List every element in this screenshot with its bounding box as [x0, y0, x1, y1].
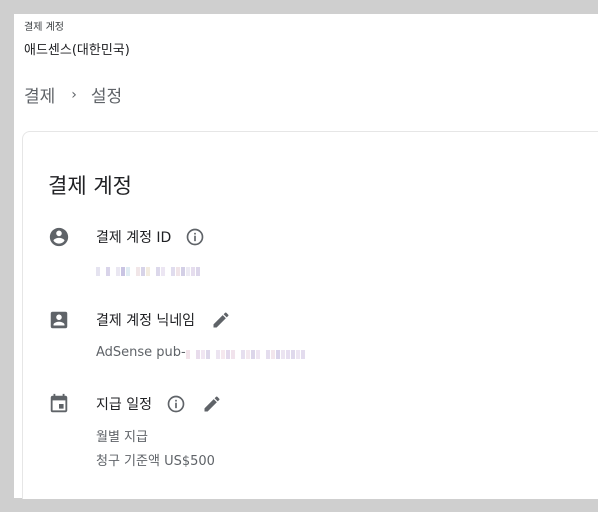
breadcrumb: 결제 › 설정	[24, 82, 123, 108]
breadcrumb-current: 설정	[90, 87, 123, 107]
billing-account-id-value	[96, 262, 201, 277]
chevron-right-icon: ›	[71, 86, 77, 103]
info-icon[interactable]	[166, 394, 186, 414]
info-icon[interactable]	[185, 227, 205, 247]
account-circle-icon	[49, 227, 69, 247]
row-label: 결제 계정 닉네임	[96, 313, 196, 329]
redacted-nickname	[185, 348, 306, 359]
calendar-icon	[50, 393, 68, 413]
payment-schedule-frequency: 월별 지급	[96, 430, 148, 445]
breadcrumb-parent-link[interactable]: 결제	[24, 82, 55, 107]
edit-pencil-icon[interactable]	[202, 394, 222, 414]
redacted-id	[96, 265, 201, 276]
account-box-icon	[50, 311, 68, 329]
billing-account-nickname-row: 결제 계정 닉네임	[96, 310, 231, 330]
billing-account-id-row: 결제 계정 ID	[96, 227, 205, 247]
billing-account-nickname-value: AdSense pub-	[96, 345, 306, 360]
account-selector[interactable]: 애드센스(대한민국)	[24, 39, 130, 58]
nickname-prefix: AdSense pub-	[96, 345, 186, 360]
card-title: 결제 계정	[48, 174, 132, 198]
payment-schedule-row: 지급 일정	[96, 394, 222, 414]
account-label: 결제 계정	[24, 22, 64, 33]
row-label: 결제 계정 ID	[96, 230, 172, 246]
row-label: 지급 일정	[96, 397, 152, 413]
payment-threshold: 청구 기준액 US$500	[96, 454, 215, 469]
app-window: 결제 계정 애드센스(대한민국) 결제 › 설정 결제 계정 결제 계정 ID	[14, 14, 598, 499]
edit-pencil-icon[interactable]	[211, 310, 231, 330]
settings-card: 결제 계정 결제 계정 ID 결제 계정 닉네임 AdSense pub- 지급…	[22, 131, 598, 499]
